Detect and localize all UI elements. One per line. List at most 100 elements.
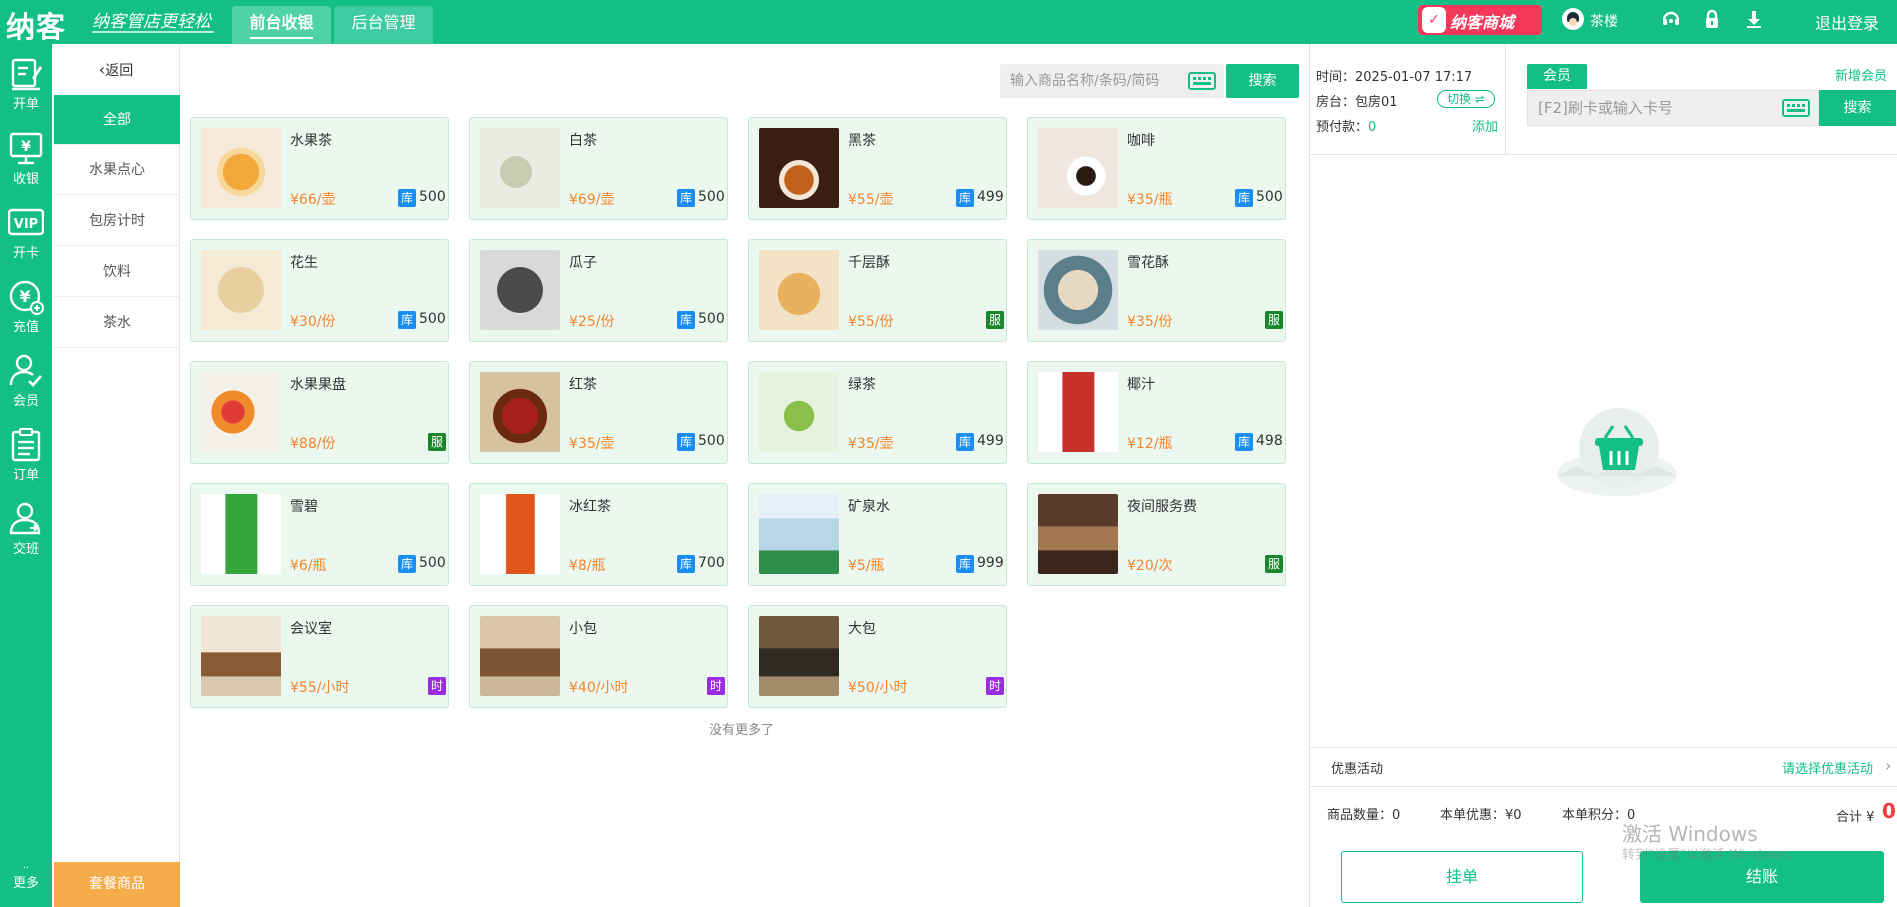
product-card[interactable]: 矿泉水 ¥5/瓶 库 999 [748, 483, 1007, 586]
yen-recharge-icon: ¥ [9, 280, 44, 315]
nav-more-button[interactable]: ·· 更多 [0, 864, 52, 892]
tab-back-office[interactable]: 后台管理 [334, 6, 433, 44]
product-card[interactable]: 大包 ¥50/小时 时 [748, 605, 1007, 708]
product-name: 雪花酥 [1127, 255, 1169, 271]
keyboard-icon[interactable] [1782, 99, 1810, 117]
product-card[interactable]: 椰汁 ¥12/瓶 库 498 [1027, 361, 1286, 464]
nav-item-open-order[interactable]: 开单 [0, 48, 52, 118]
product-price: ¥35/壶 [848, 436, 894, 452]
edit-order-icon [11, 58, 42, 91]
category-item-fruit-snacks[interactable]: 水果点心 [54, 145, 180, 195]
product-card[interactable]: 瓜子 ¥25/份 库 500 [469, 239, 728, 342]
mall-banner: ✓ 纳客商城 [1418, 5, 1542, 35]
product-card[interactable]: 夜间服务费 ¥20/次 服 [1027, 483, 1286, 586]
product-card[interactable]: 绿茶 ¥35/壶 库 499 [748, 361, 1007, 464]
product-card[interactable]: 雪花酥 ¥35/份 服 [1027, 239, 1286, 342]
product-image [1038, 128, 1118, 208]
prepay-value: 0 [1368, 120, 1377, 135]
product-price: ¥55/小时 [290, 680, 350, 696]
product-card[interactable]: 咖啡 ¥35/瓶 库 500 [1027, 117, 1286, 220]
product-image [759, 250, 839, 330]
logout-button[interactable]: 退出登录 [1815, 10, 1879, 34]
nav-item-orders[interactable]: 订单 [0, 419, 52, 489]
shift-handover-icon [9, 502, 41, 535]
member-card-input[interactable] [1538, 91, 1778, 125]
new-member-link[interactable]: 新增会员 [1835, 65, 1887, 84]
member-divider [1505, 44, 1506, 154]
chevron-right-icon[interactable]: › [1885, 756, 1891, 775]
nav-item-cashier[interactable]: ¥ 收银 [0, 123, 52, 193]
promo-select-link[interactable]: 请选择优惠活动 [1782, 758, 1873, 777]
product-name: 冰红茶 [569, 499, 611, 515]
product-card[interactable]: 红茶 ¥35/壶 库 500 [469, 361, 728, 464]
product-image [759, 494, 839, 574]
product-name: 大包 [848, 621, 876, 637]
product-card[interactable]: 花生 ¥30/份 库 500 [190, 239, 449, 342]
product-card[interactable]: 会议室 ¥55/小时 时 [190, 605, 449, 708]
product-grid: 水果茶 ¥66/壶库 500 白茶 ¥69/壶库 500 黑茶 ¥55/壶库 499 咖啡 ¥35/… [190, 117, 1290, 717]
total-value: 0 [1882, 799, 1896, 823]
svg-text:VIP: VIP [14, 217, 38, 232]
product-type-badge: 库 [1235, 433, 1253, 451]
category-item-room-timing[interactable]: 包房计时 [54, 196, 180, 246]
product-card[interactable]: 白茶 ¥69/壶 库 500 [469, 117, 728, 220]
product-price: ¥25/份 [569, 314, 615, 330]
product-type-badge: 库 [677, 189, 695, 207]
product-image [201, 616, 281, 696]
user-avatar[interactable] [1562, 8, 1584, 30]
room-value: 包房01 [1355, 95, 1398, 110]
member-search-button[interactable]: 搜索 [1819, 90, 1896, 126]
product-name: 矿泉水 [848, 499, 890, 515]
product-search-button[interactable]: 搜索 [1226, 64, 1299, 98]
category-item-all[interactable]: 全部 [54, 95, 180, 145]
product-card[interactable]: 小包 ¥40/小时 时 [469, 605, 728, 708]
brand-slogan: 纳客管店更轻松 [92, 12, 211, 32]
lock-icon[interactable] [1701, 8, 1723, 30]
product-card[interactable]: 黑茶 ¥55/壶 库 499 [748, 117, 1007, 220]
windows-activation-watermark: 激活 Windows [1622, 822, 1758, 846]
product-price: ¥55/份 [848, 314, 894, 330]
product-card[interactable]: 水果茶 ¥66/壶 库 500 [190, 117, 449, 220]
product-price: ¥5/瓶 [848, 558, 885, 574]
product-card[interactable]: 千层酥 ¥55/份 服 [748, 239, 1007, 342]
product-price: ¥12/瓶 [1127, 436, 1173, 452]
user-name[interactable]: 茶楼 [1590, 11, 1618, 31]
product-image [201, 494, 281, 574]
product-card[interactable]: 雪碧 ¥6/瓶 库 500 [190, 483, 449, 586]
product-price: ¥40/小时 [569, 680, 629, 696]
product-name: 黑茶 [848, 133, 876, 149]
member-tab[interactable]: 会员 [1527, 64, 1587, 89]
product-name: 小包 [569, 621, 597, 637]
empty-cart-illustration [1547, 404, 1687, 504]
product-type-badge: 库 [677, 311, 695, 329]
tab-front-cashier[interactable]: 前台收银 [232, 6, 331, 44]
nav-item-shift[interactable]: 交班 [0, 493, 52, 563]
nav-item-member[interactable]: 会员 [0, 345, 52, 415]
hang-order-button[interactable]: 挂单 [1341, 851, 1583, 903]
download-icon[interactable] [1743, 8, 1765, 30]
switch-room-button[interactable]: 切换 ⇌ [1437, 90, 1495, 108]
nav-item-recharge[interactable]: ¥ 充值 [0, 271, 52, 341]
product-stock: 500 [419, 189, 446, 205]
back-button[interactable]: ‹返回 [52, 60, 180, 80]
nav-item-vip-card[interactable]: VIP 开卡 [0, 197, 52, 267]
discount-value: ¥0 [1505, 808, 1522, 823]
product-card[interactable]: 冰红茶 ¥8/瓶 库 700 [469, 483, 728, 586]
order-time: 时间：2025-01-07 17:17 [1316, 66, 1472, 85]
product-name: 红茶 [569, 377, 597, 393]
add-prepay-link[interactable]: 添加 [1472, 116, 1498, 135]
product-price: ¥20/次 [1127, 558, 1173, 574]
category-item-tea[interactable]: 茶水 [54, 298, 180, 348]
combo-products-button[interactable]: 套餐商品 [54, 862, 180, 907]
product-card[interactable]: 水果果盘 ¥88/份 服 [190, 361, 449, 464]
product-name: 雪碧 [290, 499, 318, 515]
mall-button[interactable]: ✓ 纳客商城 [1418, 5, 1542, 35]
keyboard-icon[interactable] [1188, 72, 1216, 90]
no-more-text: 没有更多了 [709, 723, 775, 738]
nav-label-open-order: 开单 [12, 97, 39, 112]
category-item-drinks[interactable]: 饮料 [54, 247, 180, 297]
headset-icon[interactable] [1660, 8, 1682, 30]
member-card-box [1527, 90, 1819, 126]
product-price: ¥35/壶 [569, 436, 615, 452]
product-search-input[interactable] [1010, 64, 1186, 98]
